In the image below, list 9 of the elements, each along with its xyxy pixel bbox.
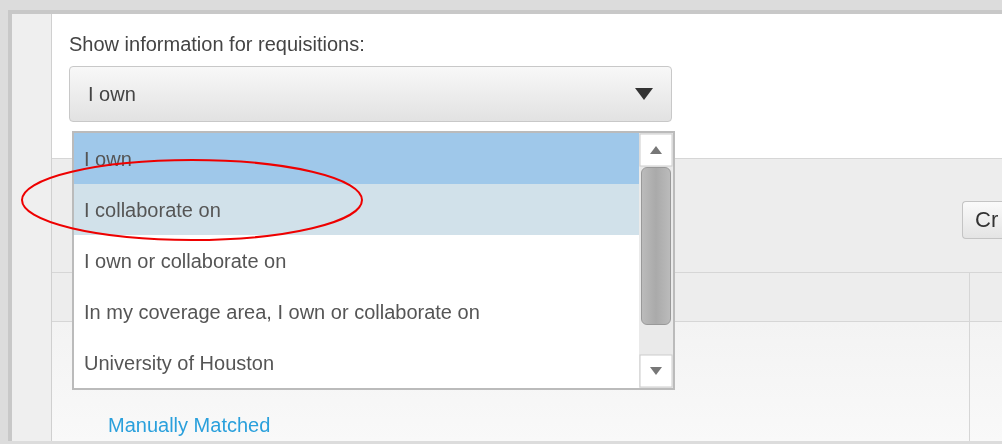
dropdown-option[interactable]: I collaborate on — [74, 184, 639, 235]
scroll-down-icon[interactable] — [639, 354, 673, 388]
scroll-thumb[interactable] — [641, 167, 671, 325]
caret-icon — [635, 88, 653, 100]
create-button[interactable]: Cr — [962, 200, 1002, 239]
dropdown-field[interactable]: I own — [69, 66, 672, 122]
scrollbar[interactable] — [639, 133, 673, 388]
field-label: Show information for requisitions: — [69, 32, 366, 56]
scroll-up-icon[interactable] — [639, 133, 673, 167]
